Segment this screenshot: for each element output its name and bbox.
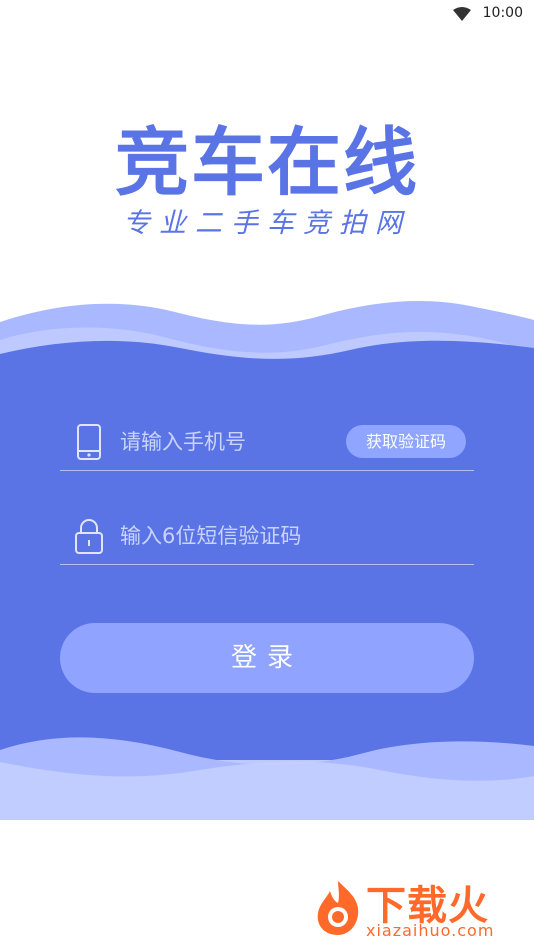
status-time: 10:00 (482, 5, 523, 21)
watermark-domain: xiazaihuo.com (366, 921, 495, 940)
app-slogan: 专业二手车竞拍网 (123, 208, 411, 239)
code-field (60, 508, 474, 565)
login-button[interactable]: 登录 (60, 623, 474, 693)
status-bar: 10:00 (0, 0, 534, 28)
watermark: 下载火 xiazaihuo.com (308, 875, 528, 945)
app-title: 竞车在线 (115, 120, 419, 206)
wifi-icon (453, 7, 471, 21)
phone-input[interactable] (118, 424, 352, 460)
phone-field: 获取验证码 (60, 414, 474, 471)
get-code-button[interactable]: 获取验证码 (346, 425, 466, 458)
fire-logo-icon (317, 881, 359, 935)
phone-icon (77, 424, 101, 460)
code-input[interactable] (118, 518, 452, 554)
lock-icon (75, 519, 103, 554)
